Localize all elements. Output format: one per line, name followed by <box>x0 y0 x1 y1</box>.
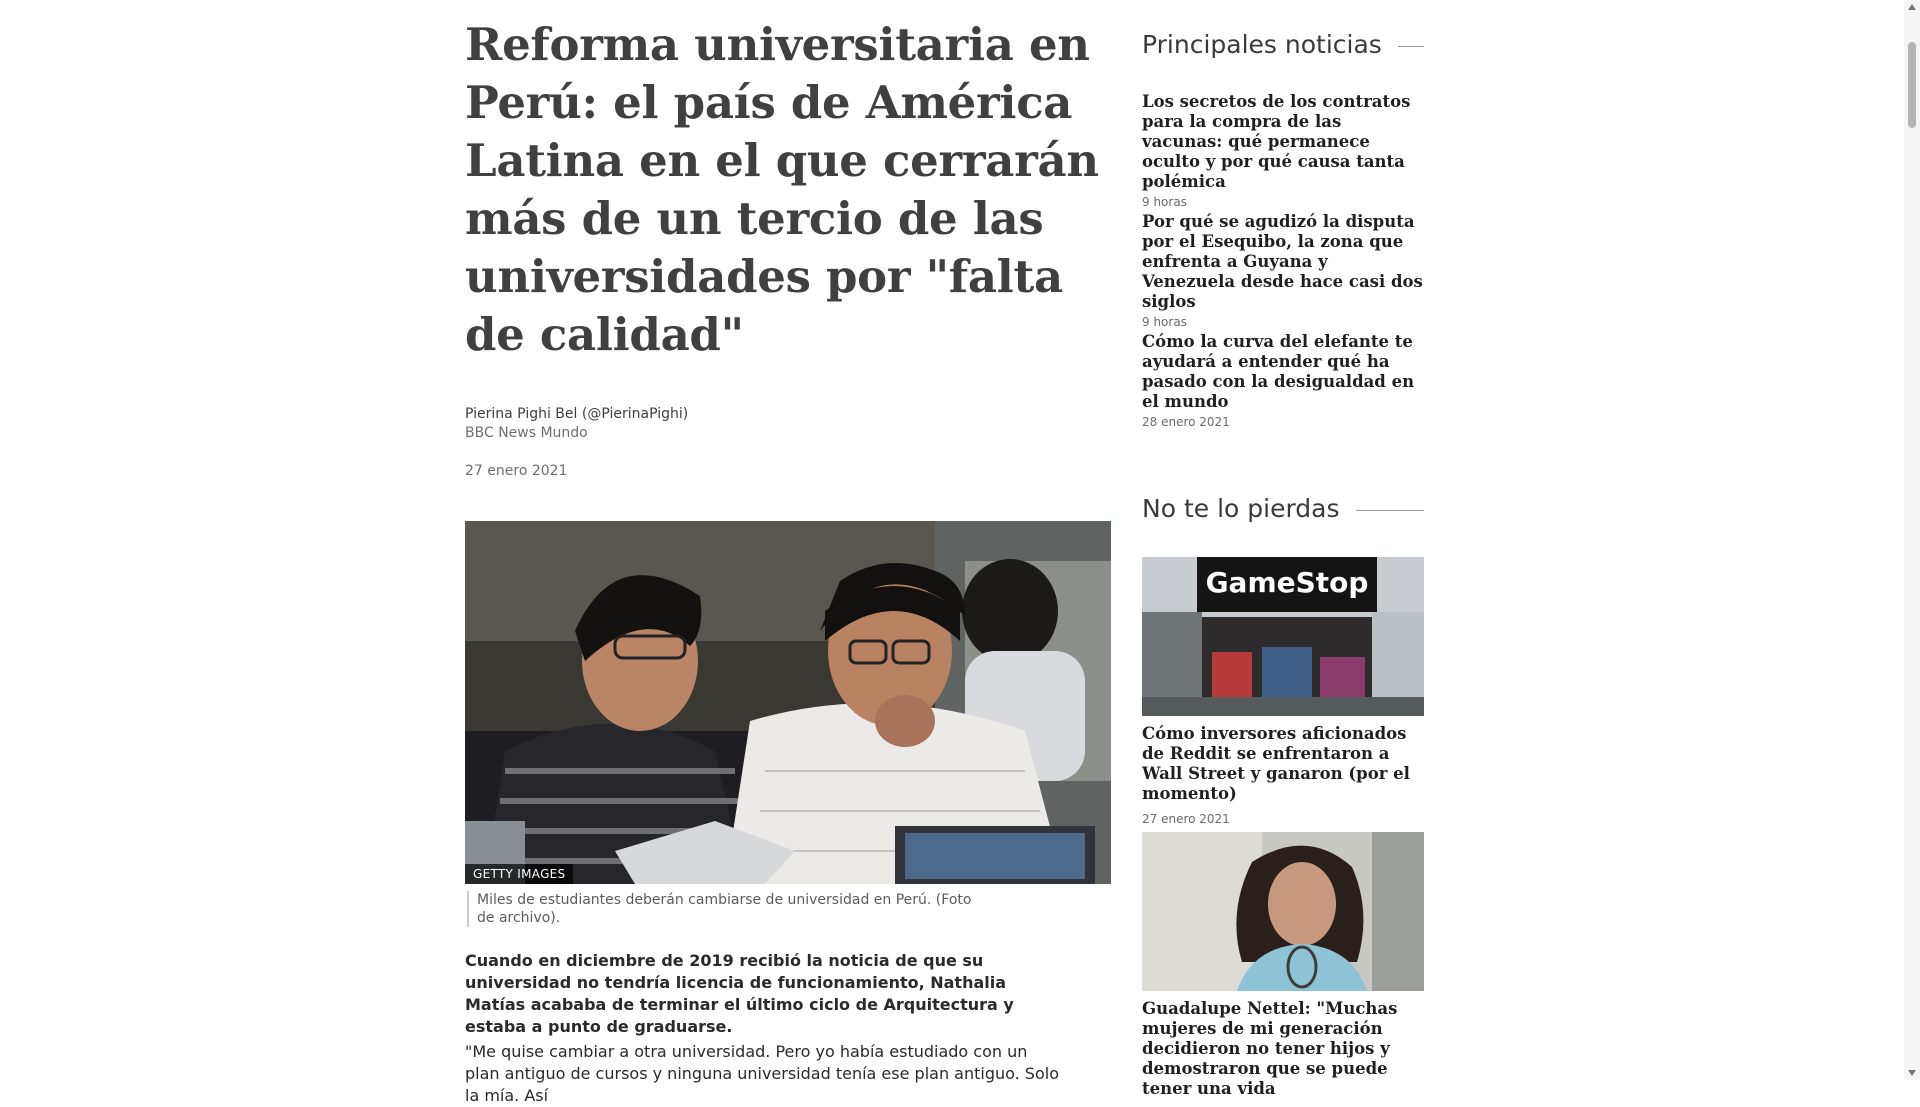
top-story-item[interactable]: Los secretos de los contratos para la co… <box>1142 92 1424 209</box>
scroll-up-arrow-icon[interactable] <box>1908 4 1916 10</box>
top-story-time: 9 horas <box>1142 315 1187 329</box>
image-caption: Miles de estudiantes deberán cambiarse d… <box>467 891 977 927</box>
heading-rule <box>1397 46 1424 47</box>
top-story-item[interactable]: Por qué se agudizó la disputa por el Ese… <box>1142 212 1424 329</box>
students-photo <box>465 521 1111 884</box>
author-outlet: BBC News Mundo <box>465 425 588 441</box>
heading-rule <box>1355 510 1424 511</box>
gamestop-store-photo: GameStop <box>1142 557 1424 716</box>
page-scrollbar[interactable] <box>1904 0 1920 1080</box>
top-story-item[interactable]: Cómo la curva del elefante te ayudará a … <box>1142 332 1424 429</box>
hero-image: GETTY IMAGES <box>465 521 1111 884</box>
article-headline: Reforma universitaria en Perú: el país d… <box>465 18 1099 361</box>
author-name[interactable]: Pierina Pighi Bel (@PierinaPighi) <box>465 404 985 424</box>
article-date: 27 enero 2021 <box>465 463 568 479</box>
dont-miss-link[interactable]: Guadalupe Nettel: "Muchas mujeres de mi … <box>1142 999 1424 1099</box>
nettel-thumbnail[interactable] <box>1142 832 1424 991</box>
top-story-time: 9 horas <box>1142 195 1187 209</box>
article: Reforma universitaria en Perú: el país d… <box>465 0 1111 1105</box>
top-stories-heading-label: Principales noticias <box>1142 30 1382 59</box>
top-story-link[interactable]: Por qué se agudizó la disputa por el Ese… <box>1142 212 1424 312</box>
article-lead: Cuando en diciembre de 2019 recibió la n… <box>465 951 1014 1036</box>
byline: Pierina Pighi Bel (@PierinaPighi) BBC Ne… <box>465 404 985 442</box>
portrait-photo <box>1142 832 1424 991</box>
scroll-down-arrow-icon[interactable] <box>1908 1070 1916 1076</box>
dont-miss-time: 27 enero 2021 <box>1142 812 1230 826</box>
dont-miss-heading-label: No te lo pierdas <box>1142 494 1340 523</box>
top-story-link[interactable]: Los secretos de los contratos para la co… <box>1142 92 1424 192</box>
dont-miss-item[interactable]: Cómo inversores aficionados de Reddit se… <box>1142 724 1424 826</box>
top-story-time: 28 enero 2021 <box>1142 415 1230 429</box>
image-credit: GETTY IMAGES <box>465 864 574 884</box>
top-story-link[interactable]: Cómo la curva del elefante te ayudará a … <box>1142 332 1424 412</box>
article-paragraph: "Me quise cambiar a otra universidad. Pe… <box>465 1042 1059 1105</box>
gamestop-thumbnail[interactable]: GameStop <box>1142 557 1424 716</box>
dont-miss-item[interactable]: Guadalupe Nettel: "Muchas mujeres de mi … <box>1142 999 1424 1099</box>
top-stories-heading: Principales noticias <box>1142 30 1424 59</box>
scrollbar-thumb[interactable] <box>1908 42 1916 128</box>
dont-miss-link[interactable]: Cómo inversores aficionados de Reddit se… <box>1142 724 1424 804</box>
gamestop-sign-text: GameStop <box>1206 566 1369 599</box>
dont-miss-heading: No te lo pierdas <box>1142 494 1424 523</box>
